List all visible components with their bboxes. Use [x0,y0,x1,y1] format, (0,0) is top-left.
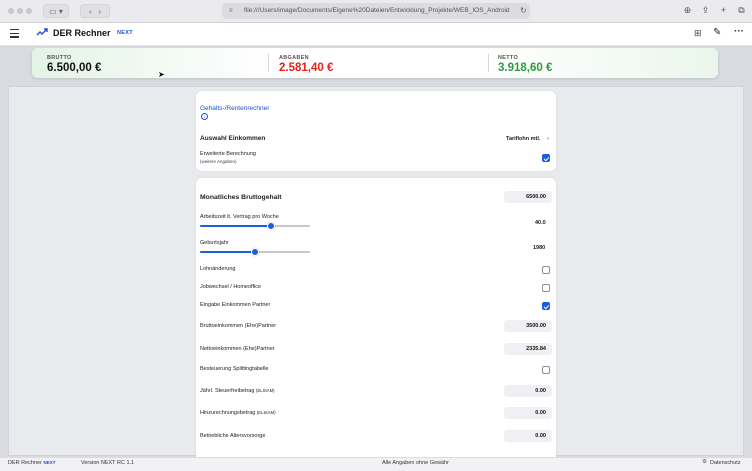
privacy-icon: ⚙ [702,459,707,465]
extended-label: Erweiterte Berechnung [200,151,256,157]
summary-bar [32,48,718,78]
privacy-link[interactable]: Datenschutz [710,460,741,466]
section-title: Auswahl Einkommen [200,135,266,142]
netto-label: NETTO [498,55,519,61]
row-label-text: Jährl. Steuerfreibetrag [200,388,255,394]
gross-salary-input[interactable]: 6500.00 [504,191,552,203]
page-settings-icon[interactable]: ≡ [229,8,233,14]
pension-input[interactable]: 0.00 [504,430,552,442]
birth-slider-fill [200,251,255,253]
more-icon[interactable]: ··· [734,26,744,37]
row-label: Nettoeinkommen (Ehe)Partner [200,346,275,352]
tax-allowance-input[interactable]: 0.00 [504,385,552,397]
grid-icon[interactable]: ⊞ [694,28,702,39]
birth-label: Geburtsjahr [200,240,229,246]
window-zoom-button[interactable] [26,8,32,14]
divider [268,54,269,72]
abgaben-label: ABGABEN [279,55,309,61]
abgaben-value: 2.581,40 € [279,62,334,74]
salary-change-checkbox[interactable] [542,266,550,274]
extended-sub: (weitere Angaben) [200,159,237,164]
app-title: DER Rechner [53,28,111,38]
footer-app: DER Rechner NEXT [8,460,55,466]
jobchange-checkbox[interactable] [542,284,550,292]
reload-icon[interactable]: ↻ [520,6,527,15]
tab-overview-icon[interactable]: ⧉ [735,4,748,17]
app-badge-next: NEXT [117,30,133,36]
hours-value: 40.0 [535,220,546,226]
income-type-select[interactable]: Tariflohn mtl. [506,136,540,142]
address-bar[interactable]: file:///Users/image/Documents/Eigene%20D… [222,3,530,19]
partner-gross-input[interactable]: 3500.00 [504,320,552,332]
extended-checkbox[interactable] [542,154,550,162]
calculator-link[interactable]: Gehalts-/Rentenrechner [200,105,269,112]
row-label: Hinzurechnungsbetrag (ELStAM) [200,410,276,416]
row-label: Jährl. Steuerfreibetrag (ELStAM) [200,388,275,394]
row-label: Betriebliche Altersvorsorge [200,433,266,439]
row-label: Eingabe Einkommen Partner [200,302,271,308]
nav-back-forward[interactable]: ‹ › [80,4,110,18]
row-label-suffix: (ELStAM) [255,388,275,393]
row-label: Bruttoeinkommen (Ehe)Partner [200,323,277,329]
chevron-right-icon[interactable]: › [547,135,549,142]
hours-label: Arbeitszeit lt. Vertrag pro Woche [200,214,279,220]
brush-icon[interactable]: ✎ [713,27,721,38]
summary-abgaben: ABGABEN 2.581,40 € [279,48,333,78]
partner-net-input[interactable]: 2335.84 [504,343,552,355]
card-einkommen [196,91,556,171]
gross-salary-title: Monatliches Bruttogehalt [200,194,282,201]
row-label-text: Hinzurechnungsbetrag [200,410,256,416]
brutto-label: BRUTTO [47,55,72,61]
birth-slider-thumb[interactable] [251,248,259,256]
window-minimize-button[interactable] [17,8,23,14]
summary-netto: NETTO 3.918,60 € [498,48,552,78]
share-icon[interactable]: ⇪ [699,4,712,17]
summary-brutto: BRUTTO 6.500,00 € [47,48,101,78]
footer-app-name: DER Rechner [8,460,42,466]
row-label-suffix: (ELStAM) [256,410,276,415]
hours-slider-fill [200,225,271,227]
divider [488,54,489,72]
sidebar-toggle-icon[interactable]: ▭ ▾ [43,4,69,18]
app-header [0,23,752,46]
netto-value: 3.918,60 € [498,62,553,74]
brutto-value: 6.500,00 € [47,62,102,74]
footer-version: Version NEXT RC 1.1 [81,460,135,466]
footer-app-badge: NEXT [43,460,56,465]
footer-disclaimer: Alle Angaben ohne Gewähr [382,460,449,466]
splitting-checkbox[interactable] [542,366,550,374]
birth-value: 1980 [533,245,546,251]
new-tab-icon[interactable]: + [717,4,730,17]
partner-income-checkbox[interactable] [542,302,550,310]
hours-slider-thumb[interactable] [267,222,275,230]
row-label: Jobwechsel / Homeoffice [200,284,262,290]
info-icon[interactable]: i [201,113,208,120]
row-label: Besteuerung Splittingtabelle [200,366,269,372]
menu-icon[interactable] [10,29,19,38]
window-close-button[interactable] [8,8,14,14]
mouse-cursor: ➤ [158,70,165,79]
addition-amount-input[interactable]: 0.00 [504,407,552,419]
download-icon[interactable]: ⊕ [681,4,694,17]
row-label: Lohnänderung [200,266,236,272]
chart-trend-icon [36,28,48,36]
